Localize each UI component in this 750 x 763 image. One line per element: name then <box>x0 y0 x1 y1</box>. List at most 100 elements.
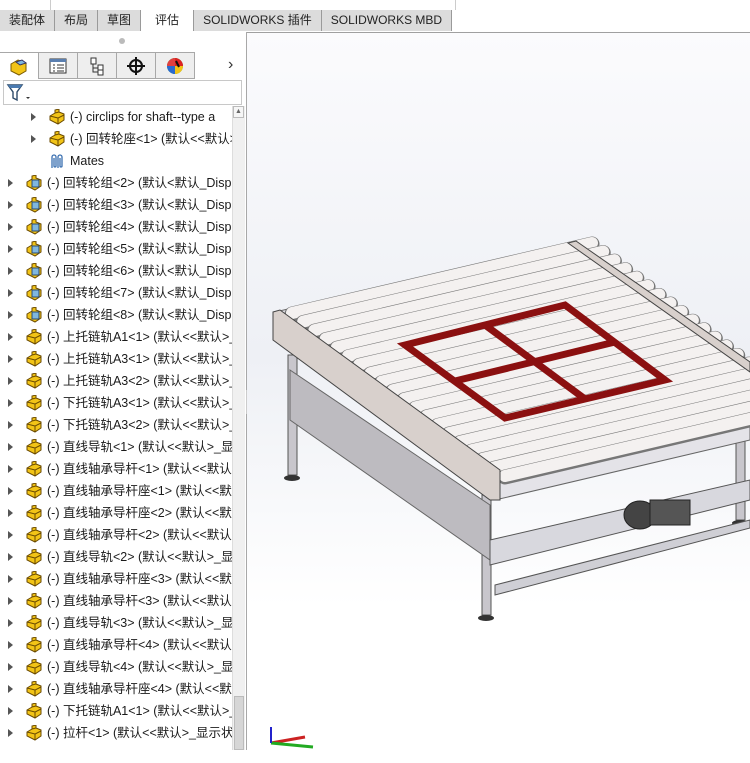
scroll-up-button[interactable]: ▲ <box>233 106 244 118</box>
tree-item[interactable]: (-) 回转轮座<1> (默认<<默认>_显示状态 1>) <box>31 128 232 150</box>
expand-caret-icon[interactable] <box>8 597 13 605</box>
expand-caret-icon[interactable] <box>8 487 13 495</box>
tree-item[interactable]: (-) 回转轮组<6> (默认<默认_Display State 1>) <box>8 260 232 282</box>
assembly-icon <box>25 197 47 213</box>
tree-item[interactable]: (-) circlips for shaft--type a <box>31 106 215 128</box>
expand-caret-icon[interactable] <box>8 443 13 451</box>
tree-item[interactable]: (-) 直线轴承导杆<2> (默认<<默认>_显示状态 1>) <box>8 524 232 546</box>
expand-caret-icon[interactable] <box>8 245 13 253</box>
tab-solidworks-addins[interactable]: SOLIDWORKS 插件 <box>194 10 322 31</box>
feature-tree: (-) circlips for shaft--type a (-) 回转轮座<1… <box>0 106 232 750</box>
expand-caret-icon[interactable] <box>8 333 13 341</box>
dimxpertmanager-tab[interactable] <box>117 52 156 79</box>
tree-item[interactable]: (-) 回转轮组<3> (默认<默认_Display State 1>) <box>8 194 232 216</box>
expand-caret-icon[interactable] <box>8 289 13 297</box>
configuration-icon <box>90 57 104 75</box>
part-icon <box>25 637 47 653</box>
tree-item[interactable]: (-) 回转轮组<2> (默认<默认_Display State 1>) <box>8 172 232 194</box>
graphics-area[interactable] <box>247 33 750 750</box>
tab-evaluate[interactable]: 评估 <box>141 10 195 31</box>
expand-caret-icon[interactable] <box>8 355 13 363</box>
assembly-icon <box>25 241 47 257</box>
tree-item[interactable]: (-) 直线轴承导杆座<1> (默认<<默认>_显示状态 1>) <box>8 480 232 502</box>
expand-caret-icon[interactable] <box>8 641 13 649</box>
tab-solidworks-mbd[interactable]: SOLIDWORKS MBD <box>321 10 453 31</box>
expand-caret-icon[interactable] <box>8 223 13 231</box>
tree-item[interactable]: (-) 回转轮组<7> (默认<默认_Display State 1>) <box>8 282 232 304</box>
tree-item[interactable]: (-) 直线导轨<3> (默认<<默认>_显示状态 1>) <box>8 612 232 634</box>
part-icon <box>25 659 47 675</box>
expand-caret-icon[interactable] <box>31 113 36 121</box>
expand-caret-icon[interactable] <box>8 421 13 429</box>
tree-item[interactable]: (-) 直线导轨<1> (默认<<默认>_显示状态 1>) <box>8 436 232 458</box>
tree-item[interactable]: (-) 上托链轨A3<2> (默认<<默认>_显示状态 1>) <box>8 370 232 392</box>
part-icon <box>25 571 47 587</box>
tree-item[interactable]: (-) 下托链轨A3<2> (默认<<默认>_显示状态 1>) <box>8 414 232 436</box>
feature-manager-panel: › (-) circlips for shaft--type a (-) 回转轮座… <box>0 32 247 750</box>
tab-layout[interactable]: 布局 <box>55 10 99 31</box>
tree-item[interactable]: (-) 下托链轨A3<1> (默认<<默认>_显示状态 1>) <box>8 392 232 414</box>
tree-item[interactable]: (-) 直线轴承导杆座<3> (默认<<默认>_显示状态 1>) <box>8 568 232 590</box>
tab-assembly[interactable]: 装配体 <box>0 10 56 31</box>
expand-caret-icon[interactable] <box>8 553 13 561</box>
assembly-icon <box>10 59 28 76</box>
expand-caret-icon[interactable] <box>8 619 13 627</box>
featuremanager-tab[interactable] <box>0 52 39 79</box>
expand-caret-icon[interactable] <box>8 509 13 517</box>
filter-icon[interactable] <box>6 82 34 104</box>
expand-caret-icon[interactable] <box>31 135 36 143</box>
tree-item[interactable]: (-) 回转轮组<4> (默认<默认_Display State 1>) <box>8 216 232 238</box>
tree-scrollbar[interactable]: ▲ <box>232 106 245 750</box>
lower-frame-rail <box>489 479 750 566</box>
propertymanager-tab[interactable] <box>39 52 78 79</box>
tree-item[interactable]: (-) 下托链轨A1<1> (默认<<默认>_显示状态 1>) <box>8 700 232 722</box>
expand-caret-icon[interactable] <box>8 399 13 407</box>
tree-item-label: (-) 直线轴承导杆座<2> (默认<<默认>_显示状态 1>) <box>47 506 232 520</box>
part-icon <box>25 483 47 499</box>
tree-item[interactable]: (-) 上托链轨A1<1> (默认<<默认>_显示状态 1>) <box>8 326 232 348</box>
displaymanager-tab[interactable] <box>156 52 195 79</box>
chevron-right-icon[interactable]: › <box>228 56 233 74</box>
assembly-icon <box>25 285 47 301</box>
expand-caret-icon[interactable] <box>8 685 13 693</box>
part-icon <box>25 439 47 455</box>
tree-item-label: (-) 直线轴承导杆<1> (默认<<默认>_显示状态 1>) <box>47 462 232 476</box>
expand-caret-icon[interactable] <box>8 201 13 209</box>
expand-caret-icon[interactable] <box>8 267 13 275</box>
expand-caret-icon[interactable] <box>8 311 13 319</box>
part-icon <box>25 725 47 741</box>
assembly-icon <box>25 307 47 323</box>
expand-caret-icon[interactable] <box>8 729 13 737</box>
conveyor-assembly-model[interactable] <box>247 33 750 750</box>
tree-item[interactable]: (-) 直线轴承导杆座<4> (默认<<默认>_显示状态 1>) <box>8 678 232 700</box>
expand-caret-icon[interactable] <box>8 575 13 583</box>
tree-item[interactable]: (-) 直线轴承导杆<1> (默认<<默认>_显示状态 1>) <box>8 458 232 480</box>
tree-item[interactable]: (-) 上托链轨A3<1> (默认<<默认>_显示状态 1>) <box>8 348 232 370</box>
expand-caret-icon[interactable] <box>8 663 13 671</box>
gearbox <box>649 499 691 526</box>
tree-item-label: (-) 回转轮组<2> (默认<默认_Display State 1>) <box>47 176 232 190</box>
tree-filter-bar[interactable] <box>3 80 242 105</box>
panel-grip[interactable] <box>119 38 125 44</box>
tree-item[interactable]: (-) 直线导轨<4> (默认<<默认>_显示状态 1>) <box>8 656 232 678</box>
tree-item-label: (-) circlips for shaft--type a <box>70 110 216 124</box>
tree-item[interactable]: (-) 直线轴承导杆座<2> (默认<<默认>_显示状态 1>) <box>8 502 232 524</box>
tree-item[interactable]: (-) 直线轴承导杆<3> (默认<<默认>_显示状态 1>) <box>8 590 232 612</box>
tree-item-label: (-) 直线轴承导杆<3> (默认<<默认>_显示状态 1>) <box>47 594 232 608</box>
tree-item[interactable]: (-) 回转轮组<8> (默认<默认_Display State 1>) <box>8 304 232 326</box>
expand-caret-icon[interactable] <box>8 179 13 187</box>
expand-caret-icon[interactable] <box>8 465 13 473</box>
tree-item[interactable]: (-) 直线导轨<2> (默认<<默认>_显示状态 1>) <box>8 546 232 568</box>
tree-item-label: (-) 下托链轨A3<1> (默认<<默认>_显示状态 1>) <box>47 396 232 410</box>
tree-item[interactable]: (-) 拉杆<1> (默认<<默认>_显示状态 1>) <box>8 722 232 744</box>
tree-item[interactable]: Mates <box>31 150 104 172</box>
expand-caret-icon[interactable] <box>8 707 13 715</box>
expand-caret-icon[interactable] <box>8 377 13 385</box>
tree-item[interactable]: (-) 直线轴承导杆<4> (默认<<默认>_显示状态 1>) <box>8 634 232 656</box>
scroll-thumb[interactable] <box>234 696 244 750</box>
configurationmanager-tab[interactable] <box>78 52 117 79</box>
tree-item-label: (-) 回转轮组<8> (默认<默认_Display State 1>) <box>47 308 232 322</box>
tree-item[interactable]: (-) 回转轮组<5> (默认<默认_Display State 1>) <box>8 238 232 260</box>
tab-sketch[interactable]: 草图 <box>98 10 142 31</box>
expand-caret-icon[interactable] <box>8 531 13 539</box>
